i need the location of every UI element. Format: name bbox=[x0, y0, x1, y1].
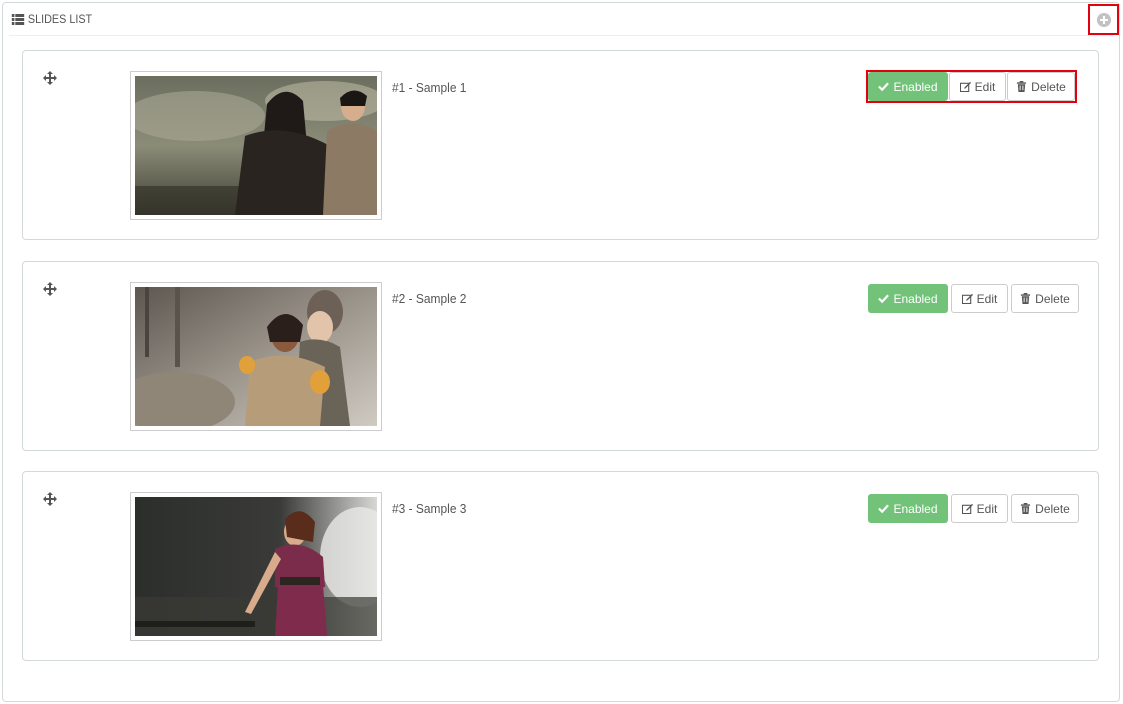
slide-title: #1 - Sample 1 bbox=[392, 80, 467, 95]
plus-circle-icon bbox=[1096, 12, 1111, 27]
slide-thumbnail bbox=[130, 282, 382, 431]
check-icon bbox=[878, 504, 890, 514]
slide-image bbox=[135, 76, 377, 215]
trash-icon bbox=[1021, 293, 1031, 304]
delete-button[interactable]: Delete bbox=[1007, 72, 1075, 101]
check-icon bbox=[878, 82, 890, 92]
slide-thumbnail bbox=[130, 71, 382, 220]
delete-label: Delete bbox=[1035, 291, 1070, 306]
move-icon[interactable] bbox=[43, 492, 57, 506]
slide-item: #2 - Sample 2 Enabled Edit Delete bbox=[22, 261, 1099, 451]
slide-actions: Enabled Edit Delete bbox=[866, 492, 1081, 525]
edit-icon bbox=[961, 503, 973, 514]
edit-icon bbox=[961, 293, 973, 304]
edit-button[interactable]: Edit bbox=[951, 284, 1008, 313]
panel-heading: SLIDES LIST bbox=[9, 3, 1113, 36]
slide-item: #3 - Sample 3 Enabled Edit Delete bbox=[22, 471, 1099, 661]
slide-item: #1 - Sample 1 Enabled Edit Delete bbox=[22, 50, 1099, 240]
list-icon bbox=[11, 13, 25, 25]
edit-label: Edit bbox=[976, 501, 998, 516]
edit-label: Edit bbox=[976, 291, 998, 306]
delete-label: Delete bbox=[1035, 501, 1070, 516]
edit-label: Edit bbox=[974, 79, 996, 94]
enabled-toggle-button[interactable]: Enabled bbox=[868, 284, 948, 313]
delete-label: Delete bbox=[1031, 79, 1066, 94]
edit-button[interactable]: Edit bbox=[951, 494, 1008, 523]
edit-button[interactable]: Edit bbox=[949, 72, 1006, 101]
slide-actions: Enabled Edit Delete bbox=[866, 70, 1077, 103]
delete-button[interactable]: Delete bbox=[1011, 494, 1079, 523]
enabled-toggle-button[interactable]: Enabled bbox=[868, 494, 948, 523]
move-icon[interactable] bbox=[43, 282, 57, 296]
slide-actions: Enabled Edit Delete bbox=[866, 282, 1081, 315]
slide-title: #2 - Sample 2 bbox=[392, 291, 467, 306]
check-icon bbox=[878, 294, 890, 304]
trash-icon bbox=[1017, 81, 1027, 92]
slide-thumbnail bbox=[130, 492, 382, 641]
panel-title-text: SLIDES LIST bbox=[27, 12, 93, 26]
panel-title: SLIDES LIST bbox=[9, 12, 92, 26]
slide-image bbox=[135, 497, 377, 636]
move-icon[interactable] bbox=[43, 71, 57, 85]
enabled-label: Enabled bbox=[893, 79, 938, 94]
trash-icon bbox=[1021, 503, 1031, 514]
slide-image bbox=[135, 287, 377, 426]
enabled-toggle-button[interactable]: Enabled bbox=[868, 72, 948, 101]
enabled-label: Enabled bbox=[893, 501, 938, 516]
add-slide-button[interactable] bbox=[1088, 4, 1119, 35]
edit-icon bbox=[959, 81, 971, 92]
slide-title: #3 - Sample 3 bbox=[392, 501, 467, 516]
delete-button[interactable]: Delete bbox=[1011, 284, 1079, 313]
enabled-label: Enabled bbox=[893, 291, 938, 306]
